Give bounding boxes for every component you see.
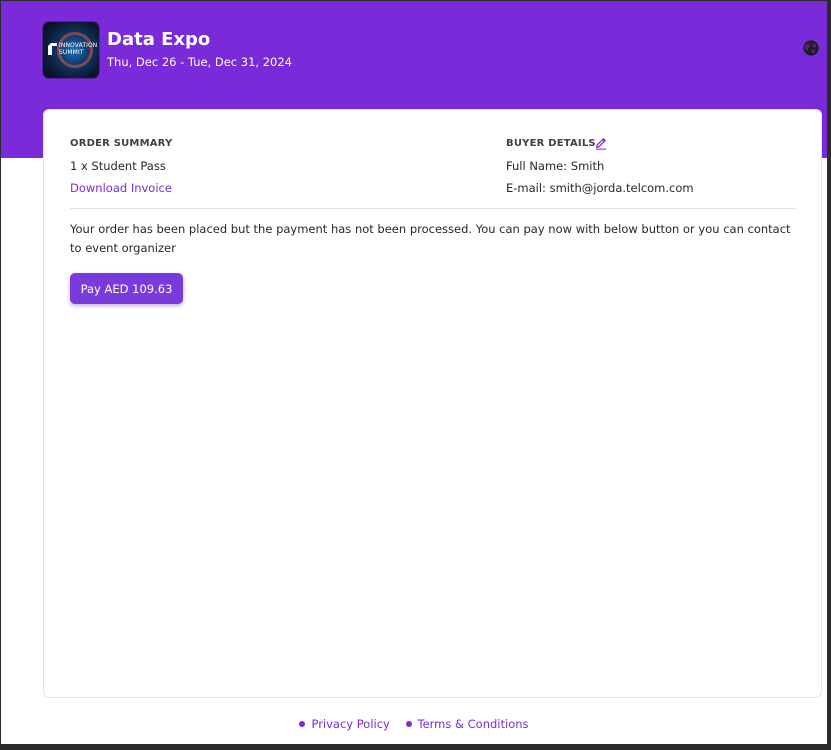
terms-conditions-label: Terms & Conditions <box>417 717 529 731</box>
bullet-icon <box>405 721 412 727</box>
logo-arrow-mark <box>48 43 57 55</box>
globe-icon[interactable] <box>802 39 820 57</box>
footer: Privacy Policy Terms & Conditions <box>1 717 827 731</box>
edit-icon[interactable] <box>594 136 608 150</box>
buyer-email: E-mail: smith@jorda.telcom.com <box>506 181 694 195</box>
order-item: 1 x Student Pass <box>70 159 166 173</box>
logo-text: INNOVATION SUMMIT <box>59 42 97 56</box>
order-card: ORDER SUMMARY 1 x Student Pass Download … <box>43 109 822 698</box>
download-invoice-link[interactable]: Download Invoice <box>70 181 172 195</box>
event-logo: INNOVATION SUMMIT <box>43 22 99 78</box>
bullet-icon <box>299 721 306 727</box>
order-summary-heading: ORDER SUMMARY <box>70 138 173 149</box>
buyer-details-heading: BUYER DETAILS <box>506 138 596 149</box>
buyer-full-name: Full Name: Smith <box>506 159 604 173</box>
full-name-label: Full Name: <box>506 159 568 173</box>
event-title: Data Expo <box>107 29 211 50</box>
payment-pending-message: Your order has been placed but the payme… <box>70 222 791 255</box>
full-name-value: Smith <box>570 159 605 173</box>
pay-button[interactable]: Pay AED 109.63 <box>70 273 183 304</box>
page: INNOVATION SUMMIT Data Expo Thu, Dec 26 … <box>1 1 827 744</box>
event-dates: Thu, Dec 26 - Tue, Dec 31, 2024 <box>107 55 292 69</box>
divider <box>70 208 797 209</box>
logo-text-line1: INNOVATION <box>59 42 98 49</box>
privacy-policy-link[interactable]: Privacy Policy <box>299 717 390 731</box>
email-value: smith@jorda.telcom.com <box>549 181 694 195</box>
logo-text-line2: SUMMIT <box>59 49 84 56</box>
email-label: E-mail: <box>506 181 546 195</box>
terms-conditions-link[interactable]: Terms & Conditions <box>405 717 529 731</box>
privacy-policy-label: Privacy Policy <box>311 717 390 731</box>
